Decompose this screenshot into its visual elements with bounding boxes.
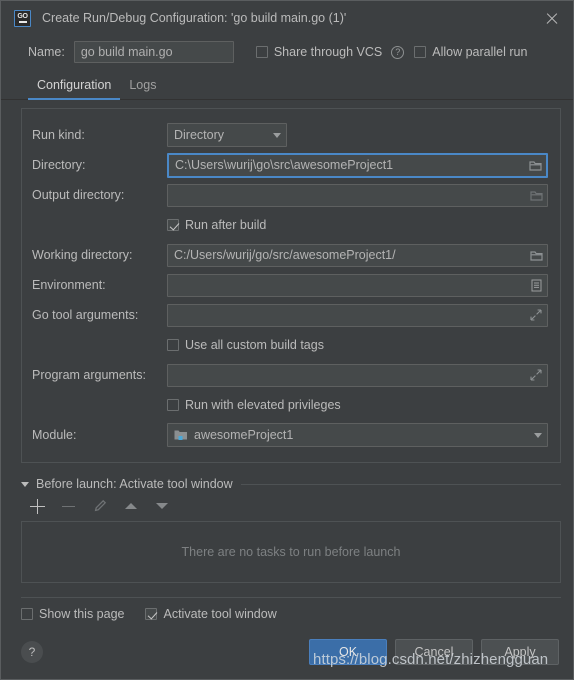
working-directory-row: Working directory: C:/Users/wurij/go/src…	[32, 240, 548, 270]
checkbox-box	[167, 339, 179, 351]
cancel-button[interactable]: Cancel	[395, 639, 473, 665]
folder-icon[interactable]	[525, 250, 547, 261]
before-launch-header: Before launch: Activate tool window	[21, 475, 561, 493]
module-folder-icon	[174, 429, 188, 441]
directory-row: Directory: C:\Users\wurij\go\src\awesome…	[32, 150, 548, 180]
run-with-elevated-privileges-checkbox[interactable]: Run with elevated privileges	[167, 392, 341, 418]
ok-button[interactable]: OK	[309, 639, 387, 665]
environment-input[interactable]	[167, 273, 548, 297]
pencil-icon	[92, 499, 107, 514]
header-checkboxes: Share through VCS ? Allow parallel run	[255, 45, 535, 59]
run-after-build-row: Run after build	[32, 210, 548, 240]
go-tool-arguments-row: Go tool arguments:	[32, 300, 548, 330]
tab-configuration[interactable]: Configuration	[28, 78, 121, 100]
divider	[240, 483, 561, 485]
working-directory-input[interactable]: C:/Users/wurij/go/src/awesomeProject1/	[167, 243, 548, 267]
run-kind-label: Run kind:	[32, 128, 85, 142]
share-through-vcs-label: Share through VCS	[273, 45, 383, 59]
use-all-custom-build-tags-checkbox[interactable]: Use all custom build tags	[167, 332, 324, 358]
program-arguments-row: Program arguments:	[32, 360, 548, 390]
name-label: Name:	[28, 45, 65, 59]
run-kind-row: Run kind: Directory	[32, 120, 548, 150]
share-through-vcs-checkbox[interactable]: Share through VCS	[255, 45, 383, 59]
module-row: Module: awesomeProject1	[32, 420, 548, 450]
before-launch-toolbar	[21, 493, 561, 519]
action-buttons: OK Cancel Apply	[309, 639, 559, 665]
program-arguments-input[interactable]	[167, 363, 548, 387]
footer-checkboxes: Show this page Activate tool window	[1, 598, 573, 621]
run-after-build-checkbox[interactable]: Run after build	[167, 212, 266, 238]
minus-icon	[61, 499, 76, 514]
run-elevated-row: Run with elevated privileges	[32, 390, 548, 420]
dialog-button-bar: ? OK Cancel Apply	[1, 639, 573, 679]
folder-icon[interactable]	[525, 190, 547, 201]
checkbox-box	[414, 46, 427, 58]
allow-parallel-run-label: Allow parallel run	[432, 45, 528, 59]
folder-icon[interactable]	[524, 160, 546, 171]
run-debug-configuration-dialog: GO Create Run/Debug Configuration: 'go b…	[0, 0, 574, 680]
module-dropdown[interactable]: awesomeProject1	[167, 423, 548, 447]
directory-label: Directory:	[32, 158, 86, 172]
output-directory-input[interactable]	[167, 183, 548, 207]
checkbox-box	[21, 608, 33, 620]
title-bar: GO Create Run/Debug Configuration: 'go b…	[1, 1, 573, 35]
name-input[interactable]	[73, 41, 234, 63]
run-after-build-label: Run after build	[185, 218, 267, 232]
configuration-panel: Run kind: Directory Directory: C:\Users\…	[21, 108, 561, 463]
go-tool-arguments-input[interactable]	[167, 303, 548, 327]
use-custom-build-tags-row: Use all custom build tags	[32, 330, 548, 360]
go-icon: GO	[14, 9, 31, 27]
expand-icon[interactable]	[525, 369, 547, 381]
go-tool-arguments-label: Go tool arguments:	[32, 308, 139, 322]
expand-icon[interactable]	[525, 309, 547, 321]
directory-input[interactable]: C:\Users\wurij\go\src\awesomeProject1	[167, 152, 548, 178]
module-name: awesomeProject1	[194, 428, 294, 442]
close-icon[interactable]	[541, 7, 563, 29]
program-arguments-label: Program arguments:	[32, 368, 146, 382]
chevron-down-icon	[268, 132, 286, 138]
module-value-wrap: awesomeProject1	[168, 428, 529, 442]
help-button[interactable]: ?	[21, 641, 43, 663]
list-icon[interactable]	[525, 279, 547, 292]
environment-label: Environment:	[32, 278, 106, 292]
activate-tool-window-checkbox[interactable]: Activate tool window	[145, 607, 277, 621]
before-launch-section: Before launch: Activate tool window Ther…	[21, 475, 561, 583]
working-directory-label: Working directory:	[32, 248, 133, 262]
checkbox-box	[167, 219, 179, 231]
chevron-down-icon	[529, 432, 547, 438]
show-this-page-label: Show this page	[39, 607, 125, 621]
module-label: Module:	[32, 428, 77, 442]
window-title: Create Run/Debug Configuration: 'go buil…	[42, 11, 347, 25]
tab-logs[interactable]: Logs	[120, 78, 165, 99]
run-kind-value: Directory	[174, 128, 225, 142]
output-directory-row: Output directory:	[32, 180, 548, 210]
apply-button[interactable]: Apply	[481, 639, 559, 665]
working-directory-value: C:/Users/wurij/go/src/awesomeProject1/	[174, 248, 396, 262]
name-row: Name: Share through VCS ? Allow parallel…	[1, 35, 573, 69]
show-this-page-checkbox[interactable]: Show this page	[21, 607, 124, 621]
help-icon[interactable]: ?	[391, 45, 405, 59]
run-kind-dropdown[interactable]: Directory	[167, 123, 287, 147]
arrow-down-icon[interactable]	[154, 499, 169, 514]
tab-bar: Configuration Logs	[1, 69, 573, 100]
use-all-custom-build-tags-label: Use all custom build tags	[185, 338, 324, 352]
allow-parallel-run-checkbox[interactable]: Allow parallel run	[414, 45, 527, 59]
before-launch-title: Before launch: Activate tool window	[36, 477, 233, 491]
activate-tool-window-label: Activate tool window	[163, 607, 277, 621]
collapse-triangle-icon[interactable]	[21, 481, 29, 487]
arrow-up-icon[interactable]	[123, 499, 138, 514]
checkbox-box	[255, 46, 268, 58]
before-launch-empty-text: There are no tasks to run before launch	[181, 545, 401, 559]
plus-icon[interactable]	[30, 498, 45, 514]
output-directory-label: Output directory:	[32, 188, 125, 202]
checkbox-box	[167, 399, 179, 411]
directory-value: C:\Users\wurij\go\src\awesomeProject1	[175, 158, 394, 172]
before-launch-task-list[interactable]: There are no tasks to run before launch	[21, 521, 561, 583]
checkbox-box	[145, 608, 158, 620]
environment-row: Environment:	[32, 270, 548, 300]
run-with-elevated-privileges-label: Run with elevated privileges	[185, 398, 341, 412]
